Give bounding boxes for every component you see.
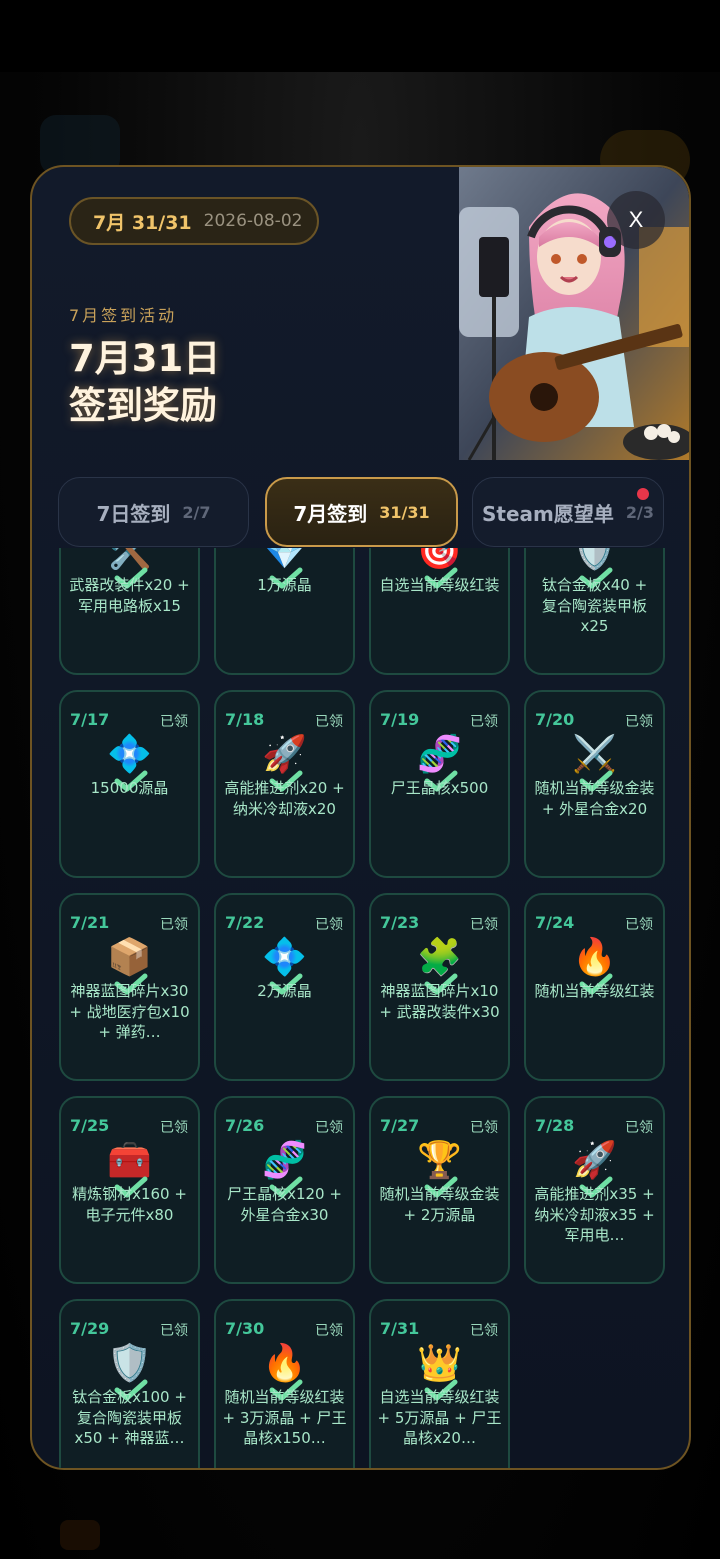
claimed-badge: 已领 bbox=[315, 917, 343, 933]
reward-text: 15000源晶 bbox=[90, 779, 169, 797]
reward-card[interactable]: 🛠️ 武器改装件x20 + 军用电路板x15 bbox=[59, 548, 200, 675]
reward-text: 尸王晶核x500 bbox=[390, 779, 489, 797]
reward-card[interactable]: 7/23 已领 🧩 神器蓝图碎片x10 + 武器改装件x30 bbox=[369, 893, 510, 1081]
checkin-reward-dialog: X 7月 31/31 2026-08-02 7月签到活动 7月31日 签到奖励 … bbox=[30, 165, 691, 1470]
reward-text: 神器蓝图碎片x30 + 战地医疗包x10 + 弹药… bbox=[69, 982, 190, 1041]
claimed-badge: 已领 bbox=[160, 1323, 188, 1339]
title-line-reward: 签到奖励 bbox=[69, 384, 217, 427]
page-title: 7月31日 签到奖励 bbox=[69, 335, 220, 429]
reward-card[interactable]: 7/31 已领 👑 自选当前等级红装 + 5万源晶 + 尸王晶核x20… bbox=[369, 1299, 510, 1468]
tab-label: 7日签到 bbox=[96, 501, 171, 526]
reward-card[interactable]: 7/17 已领 💠 15000源晶 bbox=[59, 690, 200, 878]
reward-day: 7/22 bbox=[225, 913, 265, 932]
tab-steam-wishlist[interactable]: Steam愿望单 2/3 bbox=[472, 477, 664, 547]
reward-text: 钛合金板x40 + 复合陶瓷装甲板x25 bbox=[541, 576, 648, 635]
reward-day: 7/31 bbox=[380, 1319, 420, 1338]
reward-grid[interactable]: 🛠️ 武器改装件x20 + 军用电路板x15 💎 1万源晶 🎯 自选当前等级红装 🛡️ 钛合金… bbox=[32, 548, 689, 1468]
reward-text: 自选当前等级红装 + 5万源晶 + 尸王晶核x20… bbox=[377, 1388, 502, 1447]
reward-text: 随机当前等级金装 + 2万源晶 bbox=[379, 1185, 500, 1224]
reward-day: 7/24 bbox=[535, 913, 575, 932]
tab-bar: 7日签到 2/7 7月签到 31/31 Steam愿望单 2/3 bbox=[58, 477, 666, 547]
reward-day: 7/28 bbox=[535, 1116, 575, 1135]
date-pill: 7月 31/31 2026-08-02 bbox=[69, 197, 319, 245]
claimed-badge: 已领 bbox=[470, 714, 498, 730]
claimed-badge: 已领 bbox=[315, 1120, 343, 1136]
claimed-badge: 已领 bbox=[470, 1120, 498, 1136]
reward-text: 高能推进剂x35 + 纳米冷却液x35 + 军用电… bbox=[534, 1185, 655, 1244]
reward-text: 随机当前等级红装 + 3万源晶 + 尸王晶核x150… bbox=[222, 1388, 347, 1447]
reward-text: 1万源晶 bbox=[257, 576, 312, 594]
claimed-badge: 已领 bbox=[625, 1120, 653, 1136]
claimed-badge: 已领 bbox=[160, 1120, 188, 1136]
reward-card[interactable]: 7/27 已领 🏆 随机当前等级金装 + 2万源晶 bbox=[369, 1096, 510, 1284]
reward-text: 武器改装件x20 + 军用电路板x15 bbox=[69, 576, 190, 615]
status-bar-area bbox=[0, 0, 720, 72]
reward-day: 7/19 bbox=[380, 710, 420, 729]
character-illustration: X bbox=[459, 167, 689, 460]
claimed-badge: 已领 bbox=[625, 917, 653, 933]
background-ui-blur bbox=[60, 1520, 100, 1550]
reward-day: 7/21 bbox=[70, 913, 110, 932]
notification-dot bbox=[637, 488, 649, 500]
claimed-badge: 已领 bbox=[160, 917, 188, 933]
reward-card[interactable]: 7/20 已领 ⚔️ 随机当前等级金装 + 外星合金x20 bbox=[524, 690, 665, 878]
claimed-badge: 已领 bbox=[160, 714, 188, 730]
current-date: 2026-08-02 bbox=[203, 211, 303, 231]
event-label: 7月签到活动 bbox=[69, 306, 178, 325]
reward-card[interactable]: 7/26 已领 🧬 尸王晶核x120 + 外星合金x30 bbox=[214, 1096, 355, 1284]
reward-text: 自选当前等级红装 bbox=[379, 576, 500, 594]
reward-day: 7/23 bbox=[380, 913, 420, 932]
reward-text: 高能推进剂x20 + 纳米冷却液x20 bbox=[224, 779, 345, 818]
reward-day: 7/29 bbox=[70, 1319, 110, 1338]
reward-card[interactable]: 7/30 已领 🔥 随机当前等级红装 + 3万源晶 + 尸王晶核x150… bbox=[214, 1299, 355, 1468]
reward-card[interactable]: 7/18 已领 🚀 高能推进剂x20 + 纳米冷却液x20 bbox=[214, 690, 355, 878]
reward-card[interactable]: 💎 1万源晶 bbox=[214, 548, 355, 675]
tab-label: 7月签到 bbox=[293, 501, 368, 526]
tab-count: 2/3 bbox=[625, 502, 654, 522]
tab-count: 31/31 bbox=[379, 502, 430, 522]
reward-text: 神器蓝图碎片x10 + 武器改装件x30 bbox=[379, 982, 500, 1021]
reward-card[interactable]: 7/29 已领 🛡️ 钛合金板x100 + 复合陶瓷装甲板x50 + 神器蓝… bbox=[59, 1299, 200, 1468]
reward-day: 7/30 bbox=[225, 1319, 265, 1338]
reward-card[interactable]: 7/28 已领 🚀 高能推进剂x35 + 纳米冷却液x35 + 军用电… bbox=[524, 1096, 665, 1284]
claimed-badge: 已领 bbox=[315, 714, 343, 730]
tab-label: Steam愿望单 bbox=[482, 501, 614, 526]
reward-day: 7/25 bbox=[70, 1116, 110, 1135]
reward-day: 7/17 bbox=[70, 710, 110, 729]
reward-text: 随机当前等级红装 bbox=[534, 982, 655, 1000]
reward-card[interactable]: 7/19 已领 🧬 尸王晶核x500 bbox=[369, 690, 510, 878]
reward-card[interactable]: 7/25 已领 🧰 精炼钢材x160 + 电子元件x80 bbox=[59, 1096, 200, 1284]
reward-card[interactable]: 7/22 已领 💠 2万源晶 bbox=[214, 893, 355, 1081]
claimed-badge: 已领 bbox=[625, 714, 653, 730]
reward-text: 精炼钢材x160 + 电子元件x80 bbox=[72, 1185, 187, 1224]
claimed-badge: 已领 bbox=[470, 1323, 498, 1339]
reward-text: 钛合金板x100 + 复合陶瓷装甲板x50 + 神器蓝… bbox=[72, 1388, 187, 1447]
reward-card[interactable]: 🛡️ 钛合金板x40 + 复合陶瓷装甲板x25 bbox=[524, 548, 665, 675]
claimed-badge: 已领 bbox=[315, 1323, 343, 1339]
reward-card[interactable]: 🎯 自选当前等级红装 bbox=[369, 548, 510, 675]
tab-7-day-checkin[interactable]: 7日签到 2/7 bbox=[58, 477, 249, 547]
reward-text: 2万源晶 bbox=[257, 982, 312, 1000]
reward-day: 7/18 bbox=[225, 710, 265, 729]
reward-text: 尸王晶核x120 + 外星合金x30 bbox=[227, 1185, 342, 1224]
reward-card[interactable]: 7/24 已领 🔥 随机当前等级红装 bbox=[524, 893, 665, 1081]
reward-card[interactable]: 7/21 已领 📦 神器蓝图碎片x30 + 战地医疗包x10 + 弹药… bbox=[59, 893, 200, 1081]
close-button[interactable]: X bbox=[607, 191, 665, 249]
reward-day: 7/26 bbox=[225, 1116, 265, 1135]
month-progress: 7月 31/31 bbox=[93, 211, 192, 234]
tab-monthly-checkin[interactable]: 7月签到 31/31 bbox=[265, 477, 458, 547]
title-line-date: 7月31日 bbox=[69, 337, 221, 380]
claimed-badge: 已领 bbox=[470, 917, 498, 933]
tab-count: 2/7 bbox=[182, 502, 211, 522]
reward-text: 随机当前等级金装 + 外星合金x20 bbox=[534, 779, 655, 818]
reward-day: 7/27 bbox=[380, 1116, 420, 1135]
reward-day: 7/20 bbox=[535, 710, 575, 729]
